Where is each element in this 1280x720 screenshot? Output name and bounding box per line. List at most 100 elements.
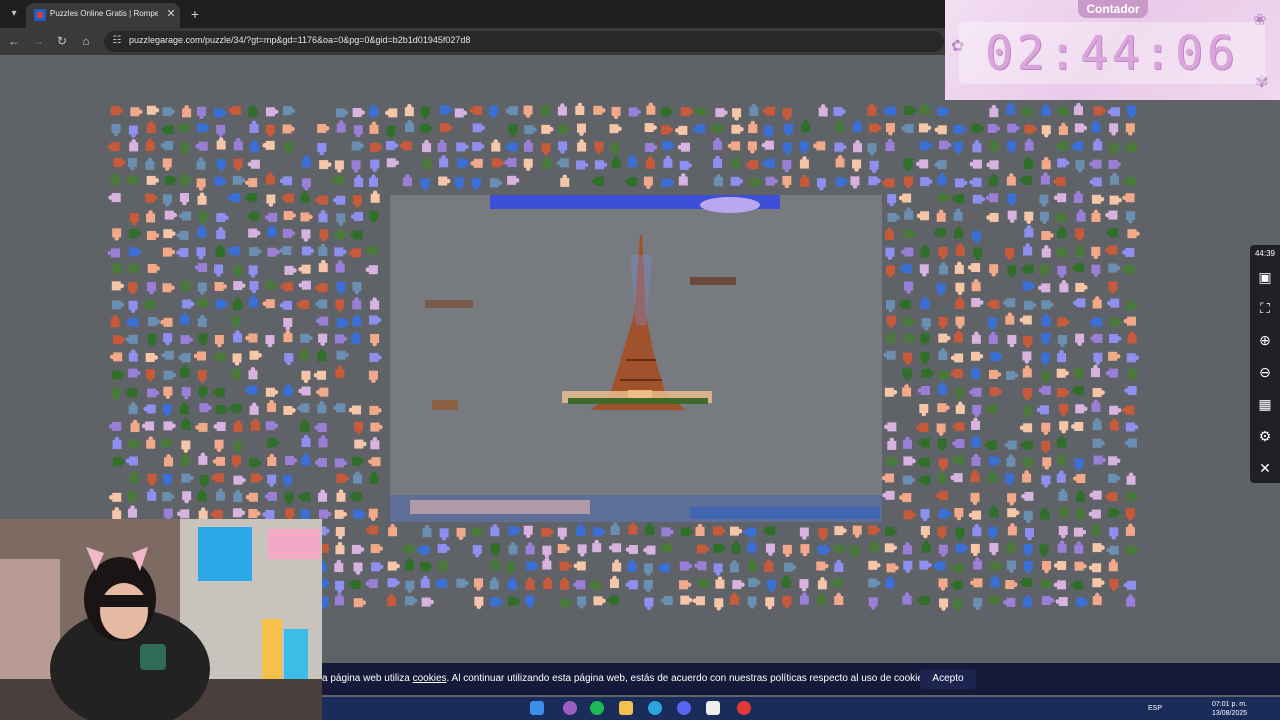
puzzle-piece[interactable] — [1003, 298, 1016, 308]
puzzle-piece[interactable] — [799, 527, 809, 540]
puzzle-piece[interactable] — [559, 561, 572, 571]
puzzle-piece[interactable] — [1042, 561, 1052, 574]
puzzle-piece[interactable] — [336, 318, 350, 328]
puzzle-piece[interactable] — [680, 595, 693, 605]
puzzle-piece[interactable] — [127, 158, 137, 171]
puzzle-piece[interactable] — [1091, 120, 1101, 133]
puzzle-piece[interactable] — [661, 527, 674, 537]
puzzle-piece[interactable] — [300, 333, 313, 343]
puzzle-piece[interactable] — [420, 562, 433, 572]
puzzle-piece[interactable] — [125, 317, 139, 327]
puzzle-piece[interactable] — [558, 124, 571, 134]
puzzle-piece[interactable] — [917, 596, 930, 606]
puzzle-piece[interactable] — [194, 263, 208, 273]
puzzle-piece[interactable] — [919, 141, 933, 151]
puzzle-piece[interactable] — [298, 280, 311, 290]
puzzle-piece[interactable] — [315, 316, 329, 326]
puzzle-piece[interactable] — [903, 456, 916, 466]
puzzle-piece[interactable] — [937, 526, 947, 539]
puzzle-piece[interactable] — [142, 300, 156, 310]
puzzle-piece[interactable] — [214, 282, 227, 292]
puzzle-piece[interactable] — [111, 281, 125, 291]
puzzle-piece[interactable] — [210, 509, 223, 519]
puzzle-piece[interactable] — [731, 156, 741, 169]
puzzle-piece[interactable] — [713, 137, 723, 150]
puzzle-piece[interactable] — [968, 510, 982, 520]
puzzle-piece[interactable] — [178, 353, 191, 363]
puzzle-piece[interactable] — [1042, 457, 1052, 470]
puzzle-piece[interactable] — [1109, 317, 1122, 327]
puzzle-piece[interactable] — [214, 334, 224, 348]
fullscreen-icon[interactable]: ⛶ — [1255, 298, 1275, 318]
puzzle-piece[interactable] — [439, 155, 449, 168]
puzzle-piece[interactable] — [111, 300, 125, 310]
puzzle-board[interactable] — [390, 195, 882, 522]
puzzle-piece[interactable] — [904, 207, 914, 220]
puzzle-piece[interactable] — [1091, 264, 1101, 277]
puzzle-piece[interactable] — [762, 526, 776, 536]
puzzle-piece[interactable] — [335, 299, 345, 312]
puzzle-piece[interactable] — [730, 592, 740, 605]
puzzle-piece[interactable] — [283, 142, 293, 155]
puzzle-piece[interactable] — [314, 299, 328, 309]
puzzle-piece[interactable] — [886, 300, 896, 313]
puzzle-piece[interactable] — [713, 155, 723, 168]
puzzle-piece[interactable] — [456, 578, 469, 588]
puzzle-piece[interactable] — [318, 259, 328, 273]
puzzle-piece[interactable] — [955, 282, 965, 296]
puzzle-piece[interactable] — [1059, 403, 1069, 417]
puzzle-piece[interactable] — [141, 421, 155, 431]
puzzle-piece[interactable] — [420, 178, 430, 191]
puzzle-piece[interactable] — [336, 213, 346, 226]
puzzle-piece[interactable] — [147, 488, 157, 501]
puzzle-piece[interactable] — [921, 318, 931, 331]
puzzle-piece[interactable] — [954, 508, 964, 521]
puzzle-piece[interactable] — [1006, 140, 1016, 154]
puzzle-piece[interactable] — [212, 456, 226, 466]
puzzle-piece[interactable] — [577, 596, 587, 609]
puzzle-piece[interactable] — [334, 458, 348, 468]
puzzle-piece[interactable] — [954, 261, 964, 274]
puzzle-piece[interactable] — [197, 314, 207, 328]
puzzle-piece[interactable] — [852, 159, 862, 172]
puzzle-piece[interactable] — [818, 528, 828, 541]
puzzle-piece[interactable] — [182, 299, 195, 309]
puzzle-piece[interactable] — [159, 438, 172, 448]
puzzle-piece[interactable] — [421, 597, 434, 607]
puzzle-piece[interactable] — [145, 138, 155, 151]
puzzle-piece[interactable] — [319, 509, 332, 519]
image-icon[interactable]: ▣ — [1255, 267, 1275, 287]
puzzle-piece[interactable] — [126, 264, 139, 274]
puzzle-piece[interactable] — [280, 282, 293, 292]
puzzle-piece[interactable] — [800, 174, 810, 187]
puzzle-piece[interactable] — [386, 125, 396, 139]
puzzle-piece[interactable] — [1053, 580, 1067, 590]
puzzle-piece[interactable] — [262, 299, 275, 309]
puzzle-piece[interactable] — [1108, 473, 1121, 483]
puzzle-piece[interactable] — [594, 160, 608, 170]
puzzle-piece[interactable] — [112, 507, 122, 520]
puzzle-piece[interactable] — [868, 578, 881, 588]
puzzle-piece[interactable] — [147, 388, 160, 398]
puzzle-piece[interactable] — [918, 123, 932, 133]
puzzle-piece[interactable] — [146, 175, 159, 185]
puzzle-piece[interactable] — [1023, 594, 1033, 608]
puzzle-piece[interactable] — [1041, 422, 1051, 436]
puzzle-piece[interactable] — [1038, 385, 1051, 395]
puzzle-piece[interactable] — [249, 120, 259, 133]
puzzle-piece[interactable] — [1091, 364, 1101, 378]
puzzle-piece[interactable] — [1125, 422, 1139, 432]
puzzle-piece[interactable] — [1037, 283, 1051, 293]
puzzle-piece[interactable] — [248, 265, 258, 278]
puzzle-piece[interactable] — [1126, 211, 1136, 224]
puzzle-piece[interactable] — [902, 384, 912, 397]
puzzle-piece[interactable] — [125, 456, 138, 466]
puzzle-piece[interactable] — [1127, 331, 1137, 344]
puzzle-piece[interactable] — [196, 247, 206, 260]
puzzle-piece[interactable] — [988, 595, 1002, 605]
puzzle-piece[interactable] — [573, 580, 586, 590]
puzzle-piece[interactable] — [917, 457, 930, 467]
puzzle-piece[interactable] — [1110, 172, 1120, 185]
puzzle-piece[interactable] — [557, 103, 567, 116]
puzzle-piece[interactable] — [474, 578, 484, 591]
